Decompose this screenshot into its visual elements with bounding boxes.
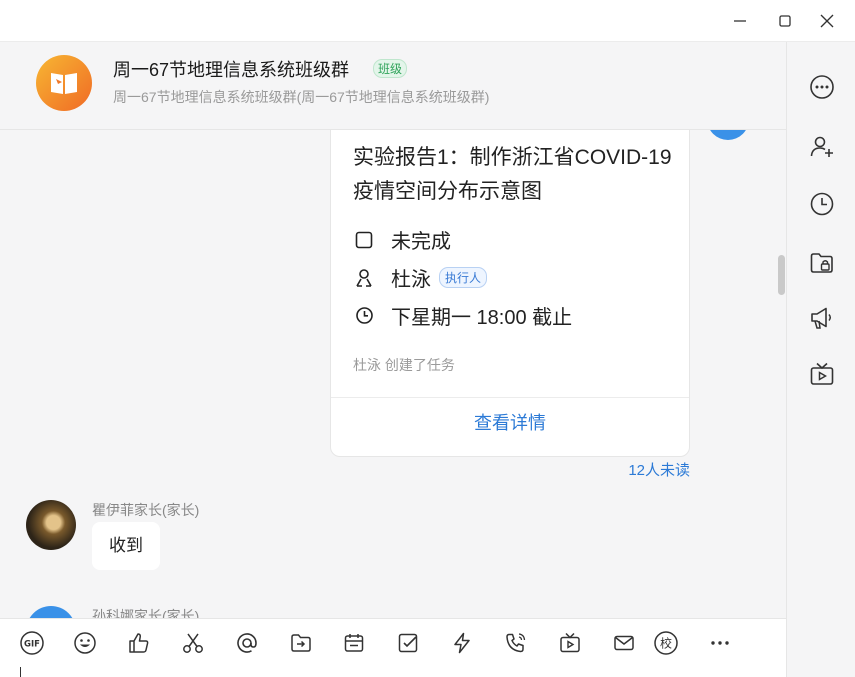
scrollbar[interactable] [778, 255, 785, 295]
announcement-icon[interactable] [808, 304, 836, 332]
message-bubble[interactable]: 收到 [92, 522, 160, 570]
group-subtitle: 周一67节地理信息系统班级群(周一67节地理信息系统班级群) [113, 89, 490, 105]
task-title: 实验报告1：制作浙江省COVID-19疫情空间分布示意图 [353, 146, 672, 203]
history-icon[interactable] [808, 190, 836, 218]
input-toolbar: GIF 校 [0, 618, 786, 677]
live-icon[interactable] [808, 360, 836, 388]
checkbox-icon[interactable] [353, 229, 375, 251]
minimize-icon [734, 20, 746, 22]
task-card[interactable]: 实验报告1：制作浙江省COVID-19疫情空间分布示意图 未完成 杜泳 执行人 … [330, 130, 690, 457]
text-cursor [20, 667, 21, 677]
at-icon[interactable] [233, 629, 261, 657]
class-badge: 班级 [373, 59, 408, 78]
gif-icon[interactable]: GIF [18, 629, 46, 657]
task-deadline: 下星期一 18:00 截止 [391, 307, 573, 329]
close-button[interactable] [812, 8, 842, 34]
maximize-icon [779, 15, 791, 27]
calendar-icon[interactable] [340, 629, 368, 657]
more-options-icon[interactable] [808, 73, 836, 101]
close-icon [820, 14, 834, 28]
user-icon [353, 267, 375, 289]
view-details-link[interactable]: 查看详情 [331, 409, 689, 435]
live-tv-icon[interactable] [556, 629, 584, 657]
task-assignee-row: 杜泳 执行人 [353, 263, 488, 292]
chat-window: 周一67节地理信息系统班级群 班级 周一67节地理信息系统班级群(周一67节地理… [0, 0, 855, 677]
avatar[interactable] [26, 500, 76, 550]
task-check-icon[interactable] [394, 629, 422, 657]
sender-name: 孙科娜家长(家长) [92, 608, 200, 618]
group-title: 周一67节地理信息系统班级群 [113, 60, 350, 80]
task-status: 未完成 [391, 231, 451, 253]
right-sidebar [786, 42, 855, 677]
more-icon[interactable] [706, 629, 734, 657]
task-deadline-row: 下星期一 18:00 截止 [353, 301, 572, 330]
minimize-button[interactable] [725, 8, 755, 34]
sender-name: 瞿伊菲家长(家长) [92, 502, 200, 518]
file-transfer-icon[interactable] [287, 629, 315, 657]
svg-text:校: 校 [660, 636, 672, 651]
maximize-button[interactable] [770, 8, 800, 34]
task-assignee: 杜泳 [391, 269, 431, 291]
sender-avatar[interactable] [707, 130, 749, 140]
unread-count[interactable]: 12人未读 [600, 459, 690, 480]
assignee-tag: 执行人 [439, 267, 488, 288]
thumbs-up-icon[interactable] [125, 629, 153, 657]
add-member-icon[interactable] [808, 133, 836, 161]
scissors-icon[interactable] [179, 629, 207, 657]
title-bar [0, 0, 855, 42]
task-creator: 杜泳 创建了任务 [353, 357, 455, 373]
school-icon[interactable]: 校 [652, 629, 680, 657]
chat-header: 周一67节地理信息系统班级群 班级 周一67节地理信息系统班级群(周一67节地理… [0, 42, 786, 130]
group-files-icon[interactable] [808, 249, 836, 277]
lightning-icon[interactable] [448, 629, 476, 657]
book-icon [51, 73, 77, 94]
emoji-icon[interactable] [71, 629, 99, 657]
phone-icon[interactable] [502, 629, 530, 657]
avatar[interactable] [26, 606, 76, 618]
message-list[interactable]: 实验报告1：制作浙江省COVID-19疫情空间分布示意图 未完成 杜泳 执行人 … [0, 130, 786, 618]
mail-icon[interactable] [610, 629, 638, 657]
group-avatar[interactable] [36, 55, 92, 111]
clock-icon [353, 305, 375, 327]
task-status-row: 未完成 [353, 225, 451, 254]
svg-text:GIF: GIF [24, 640, 40, 650]
card-divider [331, 397, 689, 398]
